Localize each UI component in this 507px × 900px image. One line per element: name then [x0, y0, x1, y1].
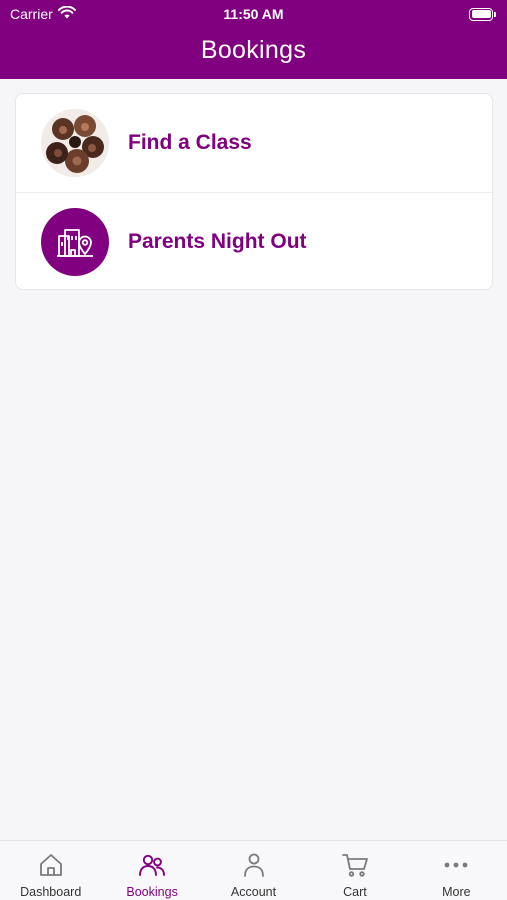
menu-item-label: Find a Class	[128, 131, 252, 154]
person-icon	[242, 852, 266, 878]
tab-bar: Dashboard Bookings Account Cart More	[0, 840, 507, 900]
tab-label: Bookings	[126, 885, 178, 899]
home-icon	[38, 852, 64, 878]
people-icon	[138, 852, 166, 878]
cart-icon	[341, 852, 369, 878]
tab-label: More	[442, 885, 471, 899]
tab-cart[interactable]: Cart	[304, 841, 405, 900]
tab-dashboard[interactable]: Dashboard	[0, 841, 101, 900]
status-time: 11:50 AM	[223, 6, 284, 22]
page-title: Bookings	[200, 36, 307, 64]
tab-account[interactable]: Account	[203, 841, 304, 900]
status-bar: Carrier 11:50 AM	[0, 0, 507, 28]
menu-item-find-a-class[interactable]: Find a Class	[16, 94, 492, 192]
app-header: Carrier 11:50 AM Bookings	[0, 0, 507, 79]
bookings-menu-card: Find a Class Parents Night Out	[15, 93, 493, 290]
tab-label: Account	[230, 885, 277, 899]
tab-label: Dashboard	[20, 885, 82, 899]
battery-icon	[469, 7, 497, 21]
tab-label: Cart	[343, 885, 367, 899]
tab-more[interactable]: More	[406, 841, 507, 900]
group-photo-thumbnail	[41, 109, 109, 177]
tab-bookings[interactable]: Bookings	[101, 841, 202, 900]
menu-item-label: Parents Night Out	[128, 229, 307, 253]
more-icon	[443, 852, 469, 878]
menu-item-parents-night-out[interactable]: Parents Night Out	[16, 192, 492, 289]
building-location-icon	[41, 207, 109, 276]
